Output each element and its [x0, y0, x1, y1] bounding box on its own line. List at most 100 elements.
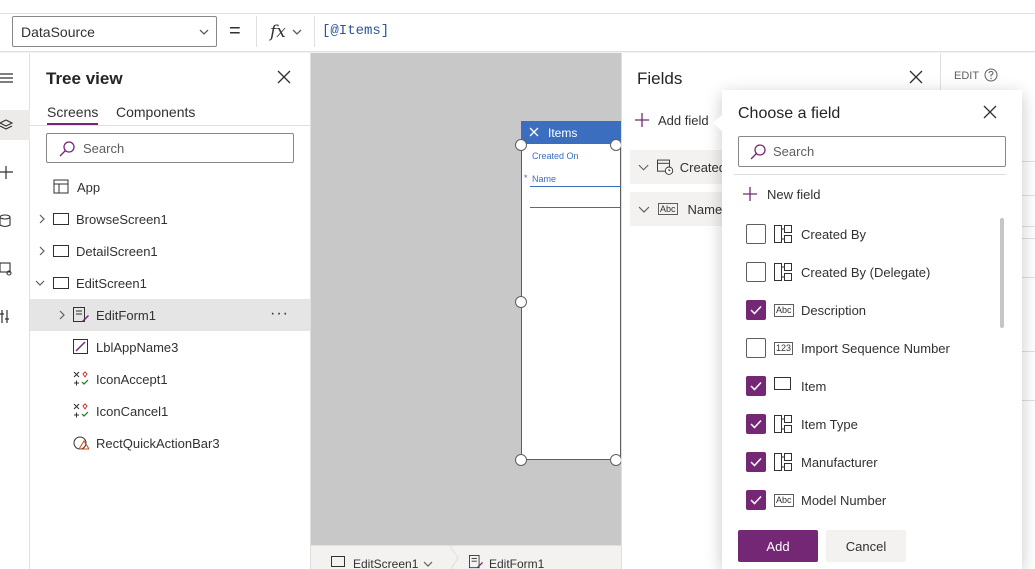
choose-field-search-input[interactable]: Search [738, 136, 1006, 167]
tree-node-detailscreen1[interactable]: DetailScreen1 [30, 235, 310, 267]
checkbox-checked[interactable] [746, 490, 766, 510]
media-button[interactable] [0, 254, 30, 284]
resize-handle[interactable] [515, 139, 527, 151]
chevron-right-icon[interactable] [37, 246, 47, 256]
field-row-created[interactable]: Created [630, 150, 726, 184]
help-icon[interactable] [984, 68, 998, 82]
field-option-label: Item Type [801, 417, 858, 432]
field-option-label: Created By [801, 227, 867, 242]
divider [734, 174, 1006, 175]
close-icon[interactable] [909, 70, 923, 84]
field-option[interactable]: Manufacturer [722, 444, 1002, 482]
tree-node-browsescreen1[interactable]: BrowseScreen1 [30, 203, 310, 235]
field-option[interactable]: Created By (Delegate) [722, 254, 1002, 292]
tab-screens[interactable]: Screens [47, 104, 99, 125]
add-button[interactable]: Add [738, 530, 818, 562]
hamburger-icon [0, 73, 13, 83]
screen-preview[interactable]: Created On * Name [521, 121, 622, 460]
lookup-icon [774, 453, 792, 471]
tree-search-input[interactable]: Search [46, 133, 294, 163]
form-icon [73, 307, 89, 322]
tree-node-editscreen1[interactable]: EditScreen1 [30, 267, 310, 299]
field-option[interactable]: Item Type [722, 406, 1002, 444]
database-icon [0, 214, 11, 228]
field-option[interactable]: 123 Import Sequence Number [722, 330, 1002, 368]
tree-node-app[interactable]: App [30, 171, 310, 203]
app-icon [53, 179, 69, 194]
add-field-button[interactable]: Add field [634, 112, 709, 128]
field-option-label: Import Sequence Number [801, 341, 950, 356]
field-option[interactable]: Item [722, 368, 1002, 406]
field-row-label: Created [679, 159, 726, 175]
resize-handle[interactable] [515, 454, 527, 466]
status-screen-name[interactable]: EditScreen1 [353, 557, 418, 569]
field-option[interactable]: Created By [722, 216, 1002, 254]
form-icon [469, 555, 483, 569]
fx-button[interactable]: fx [256, 16, 315, 47]
datetime-icon [657, 159, 674, 175]
scrollbar-thumb[interactable] [1000, 218, 1004, 328]
tabs-divider [30, 125, 310, 126]
icon-control-icon [73, 371, 89, 386]
form-field-created-on-label: Created On [532, 151, 579, 161]
tab-components[interactable]: Components [116, 104, 195, 120]
tree-node-iconaccept1[interactable]: IconAccept1 [30, 363, 310, 395]
search-icon [750, 144, 766, 160]
required-marker: * [524, 173, 528, 183]
data-button[interactable] [0, 206, 30, 236]
new-field-button[interactable]: New field [742, 186, 820, 202]
tree-node-label: RectQuickActionBar3 [96, 436, 220, 451]
more-options-button[interactable]: ··· [270, 305, 289, 323]
chevron-down-icon[interactable] [638, 161, 649, 173]
field-option[interactable]: Abc Model Number [722, 482, 1002, 518]
tree-node-iconcancel1[interactable]: IconCancel1 [30, 395, 310, 427]
screen-header-bar: Items [521, 121, 621, 144]
check-icon [750, 305, 762, 315]
checkbox-checked[interactable] [746, 300, 766, 320]
hamburger-button[interactable] [0, 63, 30, 93]
checkbox-unchecked[interactable] [746, 262, 766, 282]
chevron-down-icon[interactable] [423, 559, 433, 569]
formula-input[interactable]: [@Items] [322, 23, 389, 39]
chevron-down-icon[interactable] [35, 278, 45, 288]
media-icon [0, 262, 12, 276]
tree-node-label: IconAccept1 [96, 372, 168, 387]
status-control-name[interactable]: EditForm1 [489, 557, 544, 569]
field-list: Created By Created By (Delegate) Abc Descri… [722, 216, 1022, 518]
lookup-icon [774, 225, 792, 243]
checkbox-checked[interactable] [746, 452, 766, 472]
checkbox-checked[interactable] [746, 376, 766, 396]
tree-node-lblappname3[interactable]: LblAppName3 [30, 331, 310, 363]
text-icon: Abc [658, 203, 678, 215]
lookup-icon [774, 415, 792, 433]
property-dropdown[interactable]: DataSource [12, 16, 217, 47]
primary-name-icon [774, 377, 792, 391]
field-row-name[interactable]: Abc Name [630, 192, 726, 226]
checkbox-unchecked[interactable] [746, 224, 766, 244]
close-icon[interactable] [277, 70, 291, 84]
chevron-down-icon[interactable] [638, 203, 650, 215]
form-field-underline [530, 186, 622, 187]
tree-node-rectquickactionbar3[interactable]: RectQuickActionBar3 [30, 427, 310, 459]
chevron-right-icon[interactable] [37, 214, 47, 224]
layers-icon [0, 119, 14, 130]
close-icon[interactable] [983, 105, 997, 119]
screen-icon [53, 245, 69, 257]
add-field-label: Add field [658, 112, 709, 128]
fx-label: fx [270, 21, 286, 42]
tools-button[interactable] [0, 302, 30, 332]
insert-button[interactable] [0, 158, 30, 188]
cancel-button[interactable]: Cancel [826, 530, 906, 562]
chevron-right-icon[interactable] [57, 310, 67, 320]
edit-label: EDIT [954, 70, 980, 82]
checkbox-unchecked[interactable] [746, 338, 766, 358]
checkbox-checked[interactable] [746, 414, 766, 434]
resize-handle[interactable] [515, 296, 527, 308]
screen-icon [53, 213, 69, 225]
tree-view-button[interactable] [0, 110, 30, 140]
icon-control-icon [73, 403, 89, 418]
tree-node-editform1[interactable]: EditForm1 ··· [30, 299, 310, 331]
tree-view-pane: Tree view Screens Components Search App … [30, 53, 311, 569]
field-option-label: Created By (Delegate) [801, 265, 931, 280]
field-option[interactable]: Abc Description [722, 292, 1002, 330]
